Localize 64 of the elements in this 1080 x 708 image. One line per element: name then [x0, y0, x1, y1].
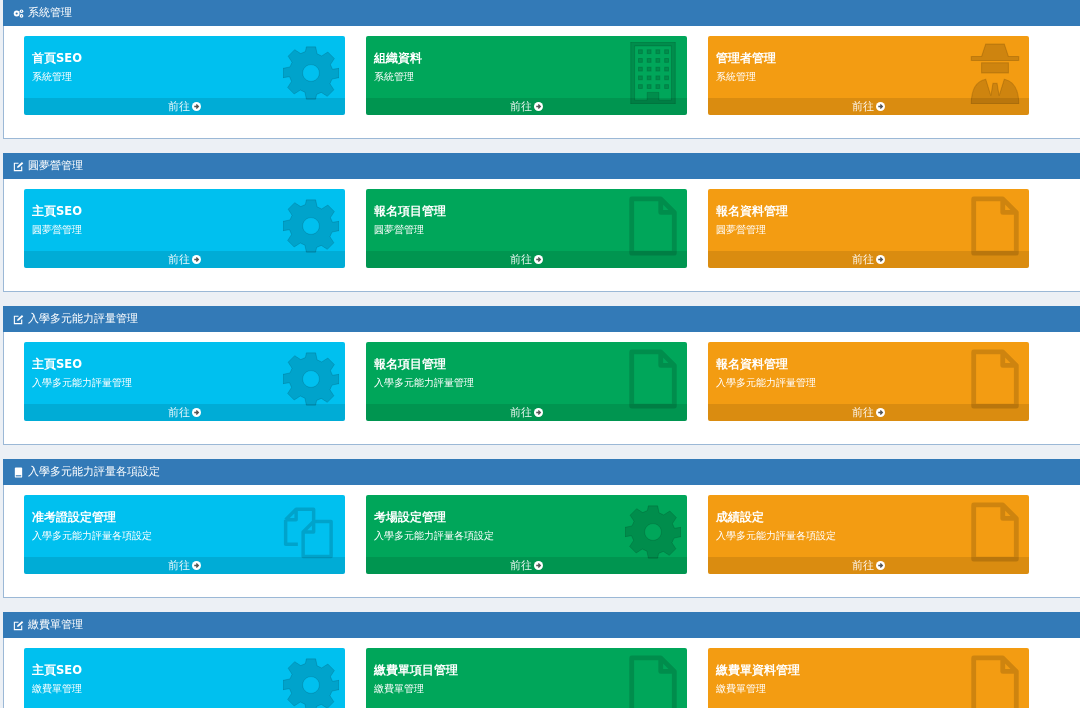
tile-title: 繳費單項目管理: [374, 662, 459, 678]
tile-subtitle: 圓夢營管理: [374, 223, 425, 236]
tile-subtitle: 入學多元能力評量管理: [374, 376, 475, 389]
tile-title: 組織資料: [374, 50, 423, 66]
tile-title: 准考證設定管理: [32, 509, 117, 525]
edit-icon: [13, 313, 24, 325]
book-icon: [13, 466, 24, 478]
tile-title: 報名資料管理: [716, 356, 789, 372]
tile-footer-link[interactable]: 前往: [24, 404, 345, 421]
panel-title: 繳費單管理: [28, 618, 83, 632]
tile-footer-link[interactable]: 前往: [24, 557, 345, 574]
arrow-circle-icon: [192, 102, 201, 111]
arrow-circle-icon: [534, 255, 543, 264]
tile-title: 報名項目管理: [374, 356, 447, 372]
tile-footer-link[interactable]: 前往: [24, 98, 345, 115]
arrow-circle-icon: [876, 102, 885, 111]
tile-footer-link[interactable]: 前往: [366, 98, 687, 115]
tile-footer-link[interactable]: 前往: [366, 251, 687, 268]
tile-footer-link[interactable]: 前往: [708, 251, 1029, 268]
arrow-circle-icon: [876, 255, 885, 264]
tile-title: 主頁SEO: [32, 203, 83, 219]
tile-title: 報名資料管理: [716, 203, 789, 219]
tile-subtitle: 繳費單管理: [716, 682, 767, 695]
panel-title: 圓夢營管理: [28, 159, 83, 173]
tile-subtitle: 入學多元能力評量各項設定: [32, 529, 153, 542]
tile-subtitle: 圓夢營管理: [716, 223, 767, 236]
tile-subtitle: 繳費單管理: [32, 682, 83, 695]
tile-footer-link[interactable]: 前往: [708, 404, 1029, 421]
tile-title: 考場設定管理: [374, 509, 447, 525]
tile-subtitle: 繳費單管理: [374, 682, 425, 695]
tile-subtitle: 入學多元能力評量管理: [32, 376, 133, 389]
tile-title: 管理者管理: [716, 50, 777, 66]
tile-footer-link[interactable]: 前往: [24, 251, 345, 268]
arrow-circle-icon: [534, 102, 543, 111]
tile-title: 主頁SEO: [32, 662, 83, 678]
tile-subtitle: 入學多元能力評量各項設定: [374, 529, 495, 542]
tile-footer-link[interactable]: 前往: [366, 557, 687, 574]
tile-title: 主頁SEO: [32, 356, 83, 372]
panel-title: 入學多元能力評量各項設定: [28, 465, 160, 479]
panel-title: 系統管理: [28, 6, 72, 20]
tile-footer-link[interactable]: 前往: [708, 557, 1029, 574]
edit-icon: [13, 160, 24, 172]
arrow-circle-icon: [192, 408, 201, 417]
tile-subtitle: 系統管理: [32, 70, 73, 83]
arrow-circle-icon: [192, 561, 201, 570]
tile-subtitle: 入學多元能力評量各項設定: [716, 529, 837, 542]
arrow-circle-icon: [876, 408, 885, 417]
tile-title: 繳費單資料管理: [716, 662, 801, 678]
tile-title: 成績設定: [716, 509, 765, 525]
tile-footer-link[interactable]: 前往: [708, 98, 1029, 115]
tile-subtitle: 圓夢營管理: [32, 223, 83, 236]
tile-subtitle: 系統管理: [716, 70, 757, 83]
edit-icon: [13, 619, 24, 631]
tile-subtitle: 入學多元能力評量管理: [716, 376, 817, 389]
tile-title: 首頁SEO: [32, 50, 83, 66]
tile-footer-link[interactable]: 前往: [366, 404, 687, 421]
arrow-circle-icon: [534, 561, 543, 570]
tile-title: 報名項目管理: [374, 203, 447, 219]
tile-subtitle: 系統管理: [374, 70, 415, 83]
arrow-circle-icon: [876, 561, 885, 570]
arrow-circle-icon: [534, 408, 543, 417]
arrow-circle-icon: [192, 255, 201, 264]
panel-title: 入學多元能力評量管理: [28, 312, 138, 326]
gears-icon: [13, 7, 24, 19]
